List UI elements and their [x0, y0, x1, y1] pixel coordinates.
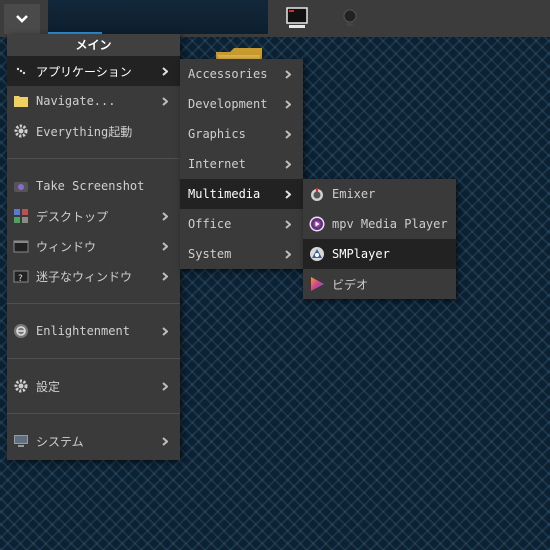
- menu-item-everything[interactable]: Everything起動: [7, 116, 180, 146]
- applications-icon: [14, 65, 28, 76]
- menu-item-lost-windows[interactable]: ? 迷子なウィンドウ: [7, 261, 180, 291]
- applications-submenu: Accessories Development Graphics Interne…: [180, 59, 303, 269]
- svg-text:?: ?: [18, 274, 23, 284]
- app-item-video[interactable]: ビデオ: [303, 269, 456, 299]
- menu-item-desktop[interactable]: デスクトップ: [7, 201, 180, 231]
- chevron-right-icon: [162, 326, 168, 336]
- menu-item-label: ウィンドウ: [36, 239, 97, 254]
- chevron-right-icon: [285, 129, 291, 139]
- chevron-right-icon: [162, 96, 168, 106]
- menu-item-label: システム: [36, 434, 84, 449]
- chevron-right-icon: [285, 189, 291, 199]
- menu-item-applications[interactable]: アプリケーション: [7, 56, 180, 86]
- multimedia-submenu: Emixer mpv Media Player SMPlayer ビデオ: [303, 179, 456, 299]
- submenu-item-multimedia[interactable]: Multimedia: [180, 179, 303, 209]
- menu-item-settings[interactable]: 設定: [7, 371, 180, 401]
- emixer-icon: [311, 188, 323, 201]
- camera-icon: [14, 182, 28, 192]
- menu-item-label: SMPlayer: [332, 247, 390, 261]
- submenu-item-system[interactable]: System: [180, 239, 303, 269]
- menu-separator: [7, 158, 180, 159]
- menu-item-label: 設定: [36, 379, 61, 394]
- menu-item-label: Take Screenshot: [36, 179, 145, 193]
- submenu-item-office[interactable]: Office: [180, 209, 303, 239]
- submenu-item-development[interactable]: Development: [180, 89, 303, 119]
- menu-separator: [7, 303, 180, 304]
- chevron-right-icon: [162, 436, 168, 446]
- folder-icon: [14, 96, 28, 107]
- terminal-icon[interactable]: [285, 6, 309, 30]
- menu-item-navigate[interactable]: Navigate...: [7, 86, 180, 116]
- virtual-desktop-pager[interactable]: [48, 0, 268, 34]
- menu-item-label: Emixer: [332, 187, 376, 201]
- chevron-right-icon: [162, 271, 168, 281]
- submenu-item-accessories[interactable]: Accessories: [180, 59, 303, 89]
- menu-item-label: 迷子なウィンドウ: [36, 269, 133, 284]
- lightbulb-icon[interactable]: [338, 6, 362, 30]
- gear-icon: [14, 124, 28, 138]
- menu-item-label: デスクトップ: [36, 209, 109, 224]
- menu-separator: [7, 413, 180, 414]
- enlightenment-logo-icon: [14, 324, 28, 338]
- window-icon: [13, 240, 29, 253]
- main-menu: メイン アプリケーション Navigate... Everything起動 Ta…: [7, 34, 180, 460]
- mpv-icon: [309, 216, 325, 232]
- video-play-icon: [311, 277, 324, 291]
- chevron-right-icon: [162, 211, 168, 221]
- menu-item-enlightenment[interactable]: Enlightenment: [7, 316, 180, 346]
- menu-item-label: Enlightenment: [36, 324, 130, 338]
- menu-item-label: mpv Media Player: [332, 217, 448, 231]
- desktop-grid-icon: [14, 209, 28, 223]
- menu-separator: [7, 358, 180, 359]
- main-menu-button[interactable]: [4, 4, 40, 34]
- app-item-emixer[interactable]: Emixer: [303, 179, 456, 209]
- chevron-right-icon: [162, 66, 168, 76]
- menu-item-label: アプリケーション: [36, 64, 132, 79]
- submenu-item-internet[interactable]: Internet: [180, 149, 303, 179]
- chevron-right-icon: [285, 159, 291, 169]
- chevron-right-icon: [285, 69, 291, 79]
- menu-item-label: ビデオ: [332, 277, 369, 292]
- menu-item-take-screenshot[interactable]: Take Screenshot: [7, 171, 180, 201]
- app-item-mpv[interactable]: mpv Media Player: [303, 209, 456, 239]
- menu-item-system[interactable]: システム: [7, 426, 180, 456]
- chevron-right-icon: [162, 381, 168, 391]
- top-shelf: [0, 0, 550, 37]
- menu-item-label: Navigate...: [36, 94, 116, 108]
- menu-item-label: Everything起動: [36, 124, 133, 139]
- chevron-right-icon: [285, 249, 291, 259]
- computer-icon: [14, 435, 28, 447]
- submenu-item-graphics[interactable]: Graphics: [180, 119, 303, 149]
- chevron-right-icon: [285, 99, 291, 109]
- chevron-down-icon: [16, 14, 28, 23]
- smplayer-icon: [310, 247, 324, 261]
- main-menu-title: メイン: [7, 34, 180, 56]
- window-question-icon: ?: [13, 270, 29, 284]
- chevron-right-icon: [162, 241, 168, 251]
- menu-item-windows[interactable]: ウィンドウ: [7, 231, 180, 261]
- chevron-right-icon: [285, 219, 291, 229]
- app-item-smplayer[interactable]: SMPlayer: [303, 239, 456, 269]
- gear-icon: [14, 379, 28, 393]
